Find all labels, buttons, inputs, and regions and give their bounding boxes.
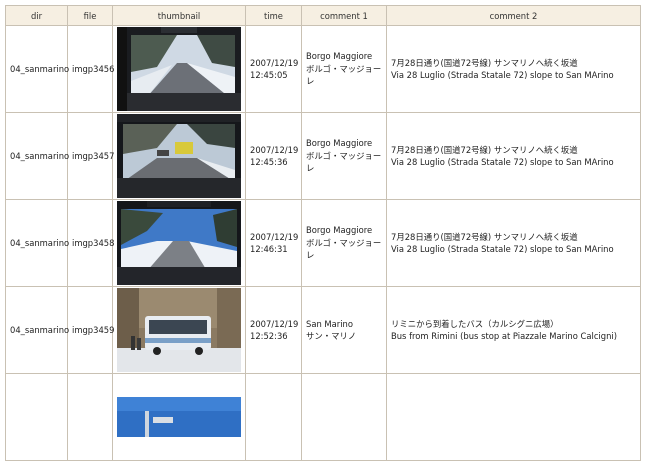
time-text: 12:45:05 — [250, 70, 288, 80]
date-text: 2007/12/19 — [250, 318, 299, 329]
comment-2-cell: 7月28日通り(国道72号線) サンマリノへ続く坂道 Via 28 Luglio… — [386, 25, 641, 113]
column-header-thumbnail[interactable]: thumbnail — [112, 5, 246, 26]
photo-table: dir file thumbnail time comment 1 commen… — [5, 5, 641, 461]
time-cell — [245, 373, 302, 461]
comment-ja: 7月28日通り(国道72号線) サンマリノへ続く坂道 — [391, 231, 578, 242]
time-cell: 2007/12/19 12:52:36 — [245, 286, 302, 374]
comment-1-cell: San Marino サン・マリノ — [301, 286, 387, 374]
file-cell — [67, 373, 113, 461]
column-header-dir[interactable]: dir — [5, 5, 68, 26]
column-header-file[interactable]: file — [67, 5, 113, 26]
comment-en: Via 28 Luglio (Strada Statale 72) slope … — [391, 244, 614, 254]
file-cell: imgp3456 — [67, 25, 114, 113]
dir-cell: 04_sanmarino — [5, 199, 69, 287]
place-name-ja: ボルゴ・マッジョーレ — [306, 63, 382, 87]
time-cell: 2007/12/19 12:45:36 — [245, 112, 302, 200]
table-row — [5, 373, 641, 461]
table-row: 04_sanmarino imgp3456 2007/12/19 12:45:0… — [5, 25, 641, 113]
thumbnail-image[interactable] — [117, 201, 241, 285]
comment-2-cell: リミニから到着したバス（カルシグニ広場） Bus from Rimini (bu… — [386, 286, 641, 374]
file-cell: imgp3459 — [67, 286, 114, 374]
comment-en: Via 28 Luglio (Strada Statale 72) slope … — [391, 70, 614, 80]
place-name-en: San Marino — [306, 318, 353, 329]
thumbnail-image[interactable] — [117, 397, 241, 437]
thumbnail-cell — [112, 112, 246, 200]
comment-ja: 7月28日通り(国道72号線) サンマリノへ続く坂道 — [391, 57, 578, 68]
file-cell: imgp3458 — [67, 199, 114, 287]
thumbnail-cell — [112, 25, 246, 113]
date-text: 2007/12/19 — [250, 231, 299, 242]
comment-ja: 7月28日通り(国道72号線) サンマリノへ続く坂道 — [391, 144, 578, 155]
comment-1-cell — [301, 373, 387, 461]
table-row: 04_sanmarino imgp3459 2007/12/19 12:52:3… — [5, 286, 641, 374]
thumbnail-image[interactable] — [117, 288, 241, 372]
comment-en: Bus from Rimini (bus stop at Piazzale Ma… — [391, 331, 617, 341]
dir-cell — [5, 373, 68, 461]
time-text: 12:45:36 — [250, 157, 288, 167]
thumbnail-image[interactable] — [117, 114, 241, 198]
time-cell: 2007/12/19 12:45:05 — [245, 25, 302, 113]
date-text: 2007/12/19 — [250, 57, 299, 68]
thumbnail-cell — [112, 373, 246, 461]
place-name-en: Borgo Maggiore — [306, 51, 373, 62]
comment-1-cell: Borgo Maggiore ボルゴ・マッジョーレ — [301, 199, 387, 287]
comment-en: Via 28 Luglio (Strada Statale 72) slope … — [391, 157, 614, 167]
comment-2-cell — [386, 373, 641, 461]
comment-2-cell: 7月28日通り(国道72号線) サンマリノへ続く坂道 Via 28 Luglio… — [386, 199, 641, 287]
date-text: 2007/12/19 — [250, 144, 299, 155]
comment-1-cell: Borgo Maggiore ボルゴ・マッジョーレ — [301, 25, 387, 113]
thumbnail-cell — [112, 199, 246, 287]
table-row: 04_sanmarino imgp3457 2007/12/19 12:45:3… — [5, 112, 641, 200]
column-header-comment-1[interactable]: comment 1 — [301, 5, 387, 26]
thumbnail-image[interactable] — [117, 27, 241, 111]
time-text: 12:52:36 — [250, 331, 288, 341]
file-cell: imgp3457 — [67, 112, 114, 200]
table-row: 04_sanmarino imgp3458 2007/12/19 12:46:3… — [5, 199, 641, 287]
header-row: dir file thumbnail time comment 1 commen… — [5, 5, 641, 26]
comment-1-cell: Borgo Maggiore ボルゴ・マッジョーレ — [301, 112, 387, 200]
place-name-en: Borgo Maggiore — [306, 225, 373, 236]
column-header-time[interactable]: time — [245, 5, 302, 26]
column-header-comment-2[interactable]: comment 2 — [386, 5, 641, 26]
dir-cell: 04_sanmarino — [5, 112, 69, 200]
thumbnail-cell — [112, 286, 246, 374]
place-name-ja: ボルゴ・マッジョーレ — [306, 150, 382, 174]
time-cell: 2007/12/19 12:46:31 — [245, 199, 302, 287]
time-text: 12:46:31 — [250, 244, 288, 254]
comment-2-cell: 7月28日通り(国道72号線) サンマリノへ続く坂道 Via 28 Luglio… — [386, 112, 641, 200]
place-name-ja: ボルゴ・マッジョーレ — [306, 237, 382, 261]
place-name-en: Borgo Maggiore — [306, 138, 373, 149]
dir-cell: 04_sanmarino — [5, 25, 69, 113]
comment-ja: リミニから到着したバス（カルシグニ広場） — [391, 318, 559, 329]
dir-cell: 04_sanmarino — [5, 286, 69, 374]
place-name-ja: サン・マリノ — [306, 331, 357, 341]
